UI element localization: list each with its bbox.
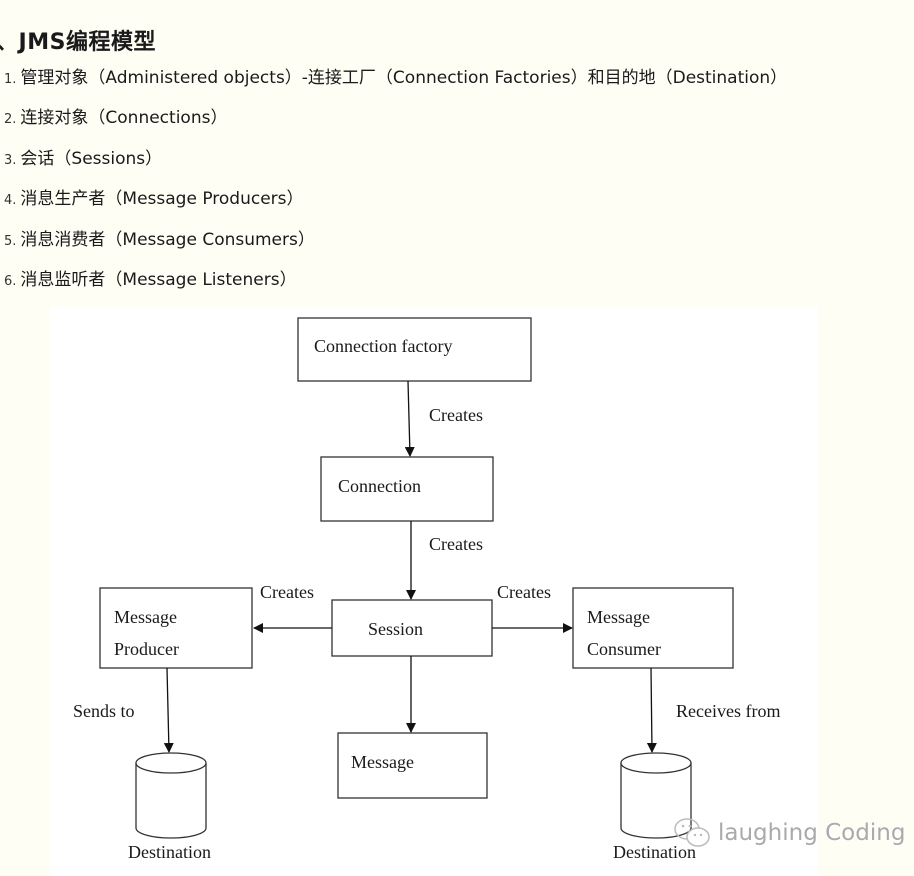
node-connection: Connection [320, 456, 494, 522]
node-connection-factory: Connection factory [297, 317, 532, 382]
node-destination-left-label: Destination [128, 842, 211, 862]
watermark: laughing Coding [672, 815, 905, 851]
heading-prefix: 、 [0, 30, 19, 55]
node-connection-factory-label: Connection factory [314, 336, 452, 356]
node-destination-left: Destination [128, 752, 211, 862]
section-heading: 、JMS编程模型 [0, 24, 156, 56]
node-message-producer-label-line1: Message [114, 607, 177, 627]
node-message: Message [337, 732, 488, 799]
list-item: 3. 会话（Sessions） [4, 145, 787, 185]
edge-label-creates: Creates [429, 405, 483, 425]
diagram-canvas: Connection factory Creates Connection Cr… [73, 317, 780, 862]
list-item-number: 6. [4, 273, 17, 289]
edge-session-to-producer: Creates [253, 582, 332, 633]
edge-consumer-from-destination: Receives from [646, 667, 780, 753]
list-item-text: 消息生产者（Message Producers） [20, 189, 304, 210]
heading-title: JMS编程模型 [18, 30, 156, 55]
edge-label-creates: Creates [497, 582, 551, 602]
node-message-consumer-label-line1: Message [587, 607, 650, 627]
list-item: 1. 管理对象（Administered objects）-连接工厂（Connec… [4, 64, 787, 104]
node-session: Session [331, 599, 493, 657]
node-message-label: Message [351, 752, 414, 772]
list-item-text: 管理对象（Administered objects）-连接工厂（Connecti… [20, 68, 788, 88]
component-list: 1. 管理对象（Administered objects）-连接工厂（Connec… [4, 64, 787, 306]
edge-producer-to-destination: Sends to [73, 667, 174, 753]
list-item: 4. 消息生产者（Message Producers） [4, 185, 787, 225]
edge-label-sends-to: Sends to [73, 701, 135, 721]
node-session-label: Session [368, 619, 423, 639]
node-message-producer: Message Producer [99, 587, 253, 669]
jms-model-diagram: Connection factory Creates Connection Cr… [50, 307, 818, 876]
list-item: 5. 消息消费者（Message Consumers） [4, 226, 787, 266]
edge-connection-to-session: Creates [406, 521, 483, 600]
edge-label-receives-from: Receives from [676, 701, 780, 721]
edge-factory-to-connection: Creates [404, 380, 483, 457]
watermark-text: laughing Coding [718, 820, 906, 846]
edge-label-creates: Creates [429, 534, 483, 554]
list-item-text: 消息消费者（Message Consumers） [20, 229, 315, 250]
edge-label-creates: Creates [260, 582, 314, 602]
list-item-number: 2. [4, 112, 17, 128]
list-item: 6. 消息监听者（Message Listeners） [4, 266, 787, 306]
node-message-producer-label-line2: Producer [114, 639, 179, 659]
list-item-text: 消息监听者（Message Listeners） [20, 269, 297, 290]
wechat-icon [672, 815, 712, 851]
list-item-text: 会话（Sessions） [20, 148, 163, 169]
list-item-number: 4. [4, 193, 17, 209]
list-item-number: 3. [4, 152, 17, 168]
node-message-consumer-label-line2: Consumer [587, 639, 661, 659]
list-item: 2. 连接对象（Connections） [4, 104, 787, 144]
list-item-number: 1. [4, 72, 17, 87]
node-message-consumer: Message Consumer [572, 587, 734, 669]
list-item-text: 连接对象（Connections） [20, 108, 228, 129]
edge-session-to-consumer: Creates [492, 582, 573, 633]
node-connection-label: Connection [338, 476, 421, 496]
list-item-number: 5. [4, 233, 17, 249]
